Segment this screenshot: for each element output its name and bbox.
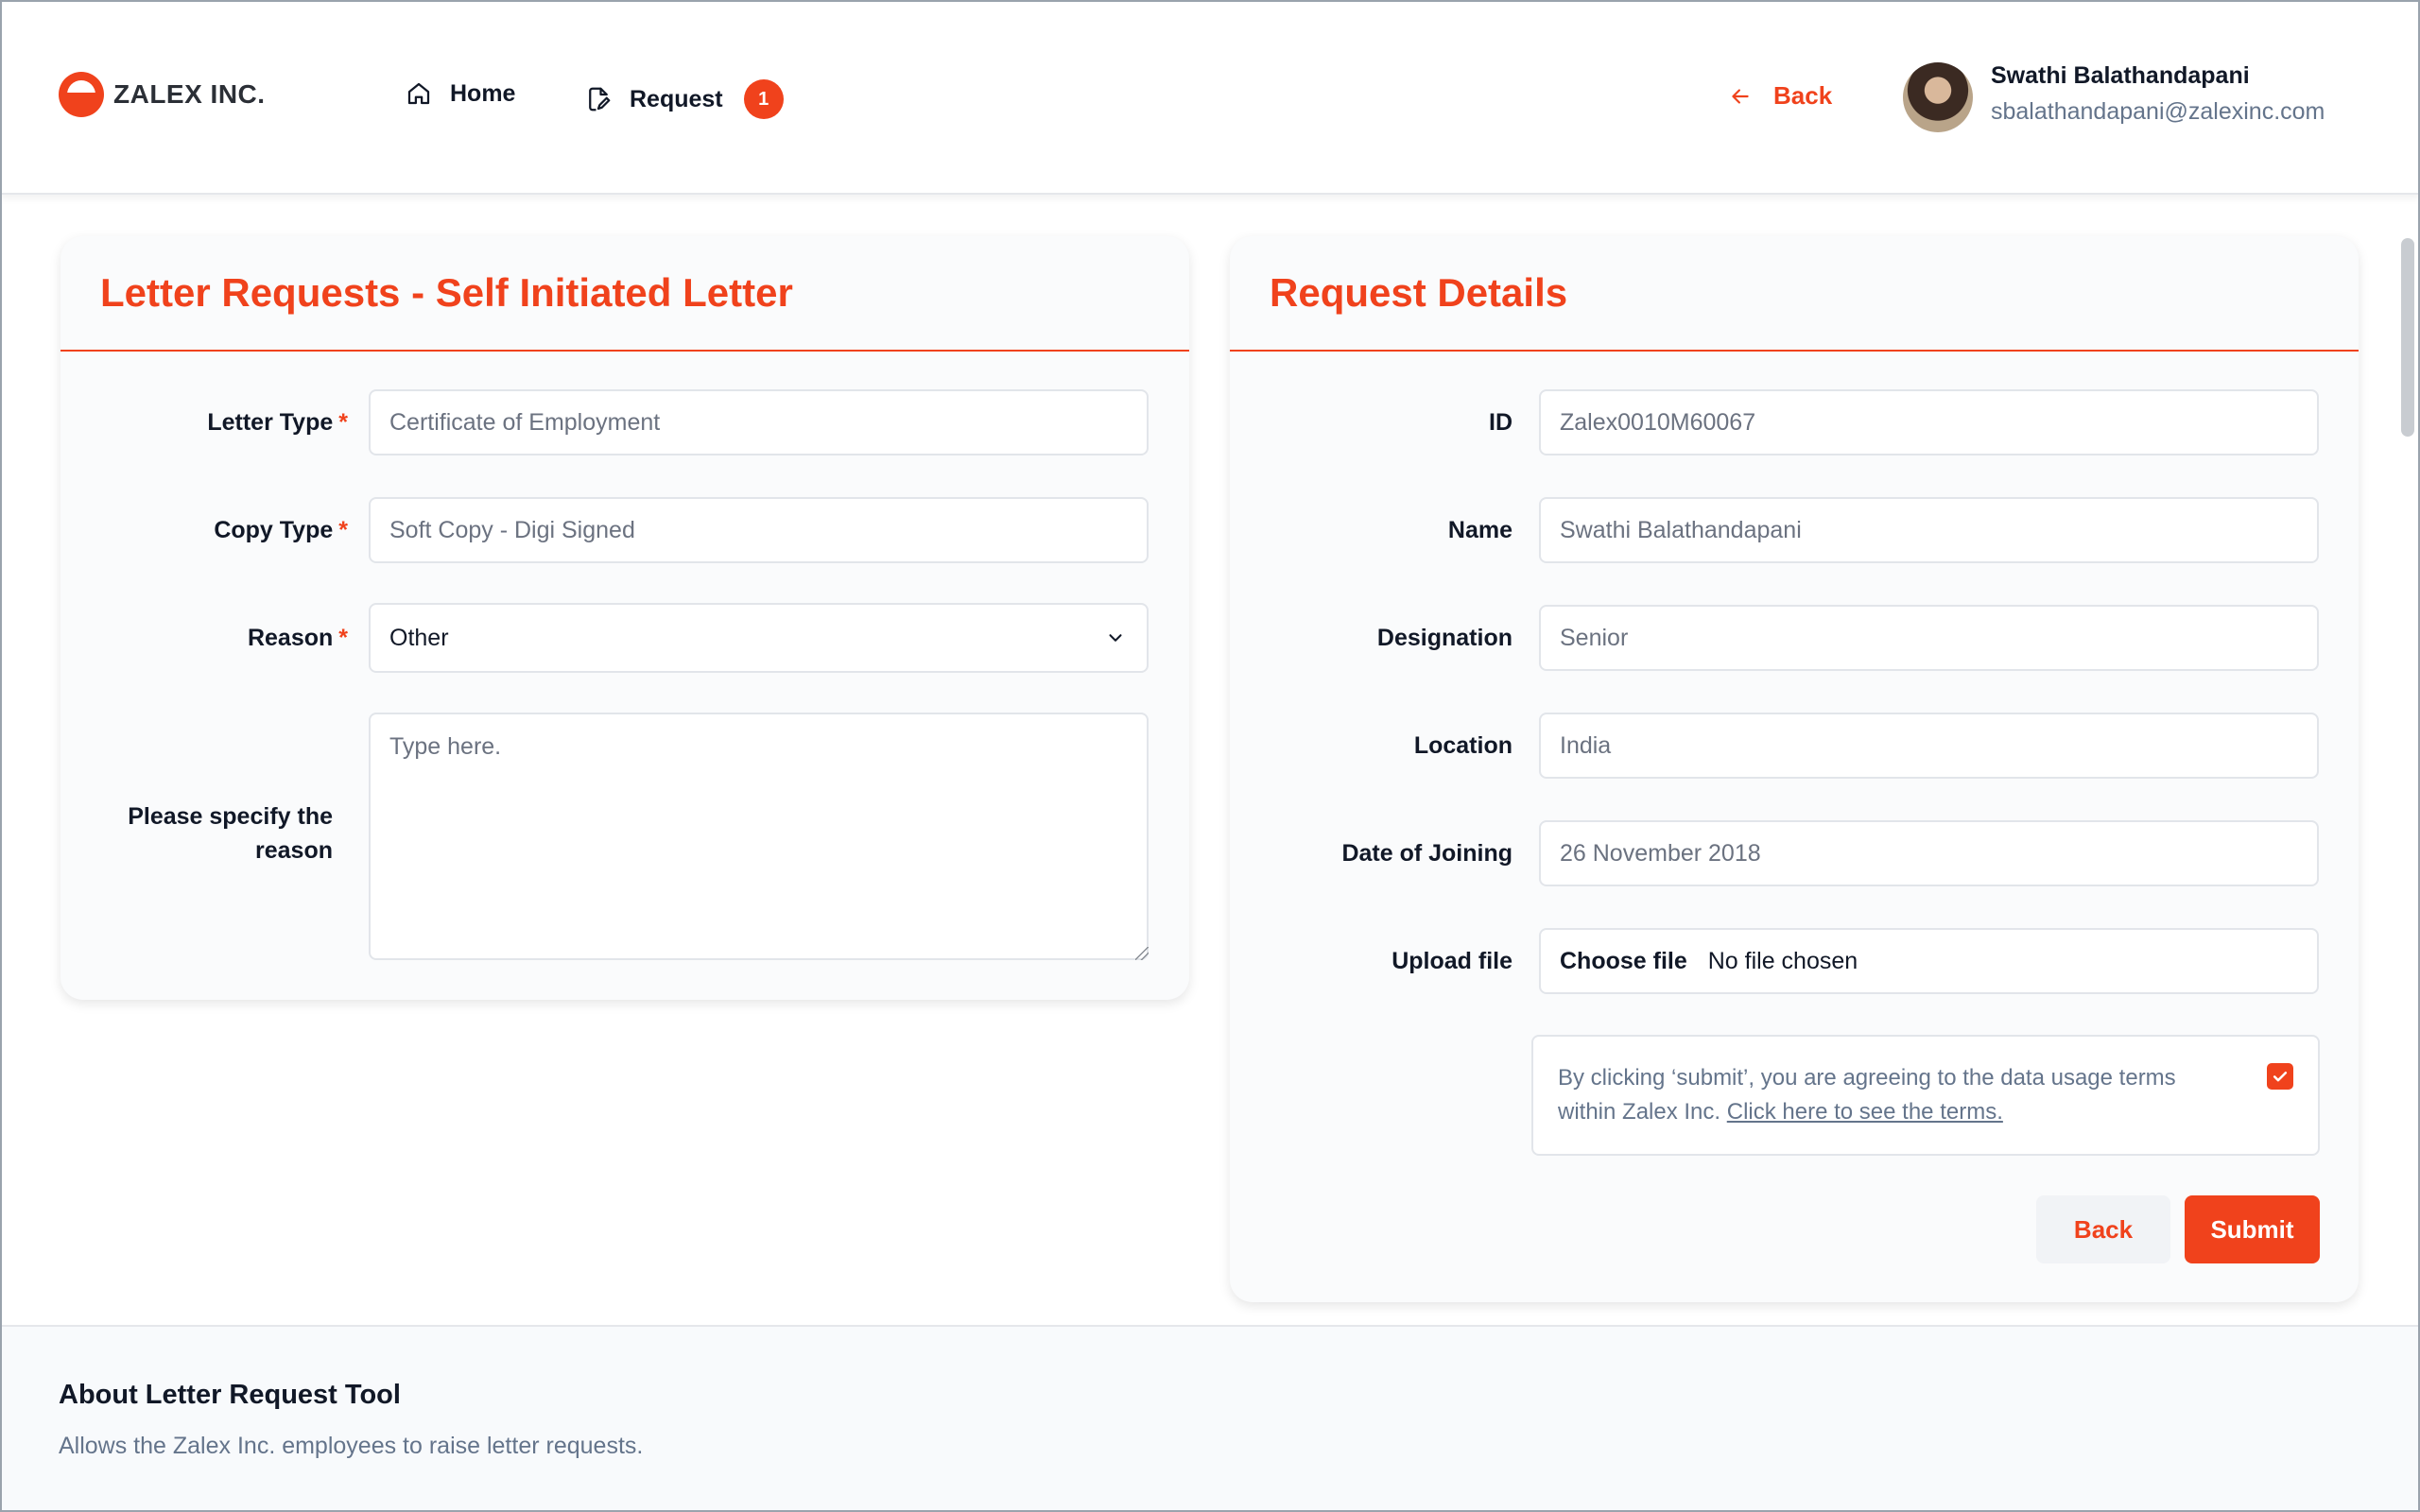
no-file-chosen-text: No file chosen [1707,947,1858,974]
terms-link[interactable]: Click here to see the terms. [1727,1099,2003,1125]
specify-reason-textarea[interactable]: Type here. [369,713,1149,960]
copy-type-label: Copy Type * [214,517,348,543]
home-icon [407,82,430,105]
designation-field[interactable]: Senior [1539,605,2319,671]
footer-title: About Letter Request Tool [59,1380,401,1410]
reason-select[interactable]: Other [369,603,1149,673]
chevron-down-icon [1109,634,1122,642]
nav-home[interactable]: Home [405,79,515,108]
nav-request[interactable]: Request 1 [584,79,784,119]
choose-file-button[interactable]: Choose file [1560,948,1687,975]
letter-request-card: Letter Requests - Self Initiated Letter … [60,236,1189,1000]
back-button[interactable]: Back [2036,1195,2170,1263]
location-label: Location [1413,732,1512,759]
header-back-label: Back [1773,81,1833,110]
top-header: ZALEX INC. Home Request 1 Back Swathi Ba… [0,0,2420,195]
specify-reason-label: Please specify the reason [128,803,333,864]
footer-description: Allows the Zalex Inc. employees to raise… [59,1433,644,1459]
date-of-joining-field[interactable]: 26 November 2018 [1539,820,2319,886]
user-name: Swathi Balathandapani [1991,62,2250,89]
footer: About Letter Request Tool Allows the Zal… [0,1325,2420,1512]
name-label: Name [1447,517,1512,543]
arrow-left-icon [1732,88,1749,104]
submit-button[interactable]: Submit [2185,1195,2320,1263]
request-count-badge: 1 [743,79,784,119]
location-field[interactable]: India [1539,713,2319,779]
date-of-joining-label: Date of Joining [1341,840,1512,867]
id-field[interactable]: Zalex0010M60067 [1539,389,2319,455]
reason-label: Reason * [247,625,348,651]
upload-file-label: Upload file [1392,948,1512,974]
id-label: ID [1489,409,1512,436]
nav-request-label: Request [630,85,723,112]
letter-type-field[interactable]: Certificate of Employment [369,389,1149,455]
terms-box: By clicking ‘submit’, you are agreeing t… [1531,1035,2320,1156]
upload-file-input[interactable]: Choose file No file chosen [1539,928,2319,994]
scrollbar[interactable] [2401,238,2414,437]
check-icon [2273,1072,2288,1082]
nav-home-label: Home [450,79,516,107]
letter-type-label: Letter Type * [207,409,348,436]
name-field[interactable]: Swathi Balathandapani [1539,497,2319,563]
terms-checkbox[interactable] [2267,1063,2293,1090]
copy-type-field[interactable]: Soft Copy - Digi Signed [369,497,1149,563]
document-edit-icon [589,87,611,112]
resize-handle[interactable] [1135,947,1149,960]
letter-request-title: Letter Requests - Self Initiated Letter [60,236,1189,352]
request-details-title: Request Details [1230,236,2359,352]
zalex-logo-icon [59,72,104,117]
brand-name: ZALEX INC. [113,79,266,109]
header-back-link[interactable]: Back [1728,81,1832,111]
reason-select-value: Other [389,624,449,651]
user-email: sbalathandapani@zalexinc.com [1991,98,2325,125]
brand-logo[interactable]: ZALEX INC. [59,72,266,117]
designation-label: Designation [1376,625,1512,651]
avatar[interactable] [1903,62,1973,132]
